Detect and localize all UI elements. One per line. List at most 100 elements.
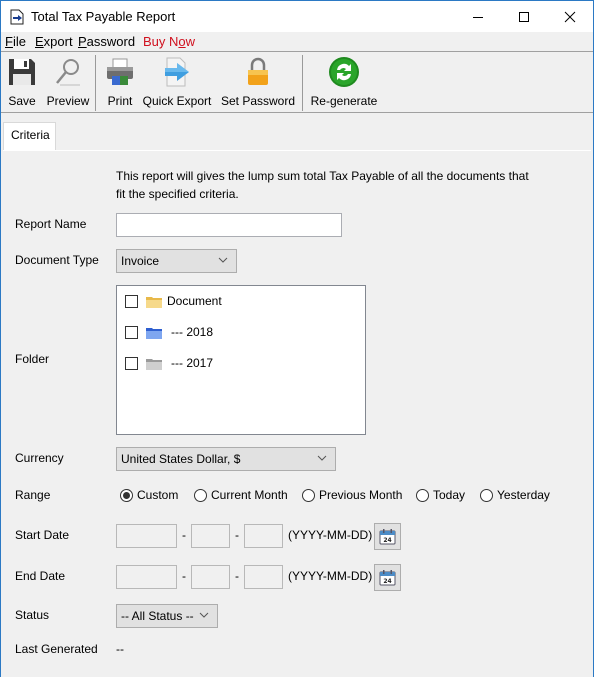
range-option-custom[interactable]: Custom bbox=[120, 488, 178, 502]
currency-value: United States Dollar, $ bbox=[121, 452, 241, 466]
range-option-label: Yesterday bbox=[497, 488, 550, 502]
report-window: Total Tax Payable Report File Export Pas… bbox=[0, 0, 594, 677]
chevron-down-icon bbox=[317, 455, 327, 461]
range-option-label: Previous Month bbox=[319, 488, 403, 502]
tab-criteria[interactable]: Criteria bbox=[3, 122, 56, 150]
menu-buy-now[interactable]: Buy Now bbox=[143, 34, 195, 49]
folder-checkbox[interactable] bbox=[125, 356, 138, 370]
date-separator: - bbox=[235, 528, 239, 542]
window-title: Total Tax Payable Report bbox=[31, 9, 176, 24]
date-separator: - bbox=[182, 528, 186, 542]
report-name-label: Report Name bbox=[15, 217, 87, 231]
chevron-down-icon bbox=[199, 612, 209, 618]
folder-checkbox[interactable] bbox=[125, 294, 138, 308]
minimize-button[interactable] bbox=[455, 1, 501, 32]
range-option-current-month[interactable]: Current Month bbox=[194, 488, 288, 502]
range-option-today[interactable]: Today bbox=[416, 488, 465, 502]
currency-label: Currency bbox=[15, 451, 64, 465]
refresh-icon bbox=[329, 57, 359, 87]
end-date-calendar-button[interactable]: 24 bbox=[374, 564, 401, 591]
last-generated-value: -- bbox=[116, 642, 124, 656]
folder-item-2018[interactable]: --- 2018 bbox=[125, 323, 213, 341]
folder-label: Folder bbox=[15, 352, 50, 366]
toolbar: Save Preview Print Quick Export Set Pass… bbox=[1, 52, 593, 112]
maximize-button[interactable] bbox=[501, 1, 547, 32]
lock-icon bbox=[248, 57, 268, 85]
print-button[interactable]: Print bbox=[101, 52, 139, 112]
report-name-input[interactable] bbox=[116, 213, 342, 237]
folder-blue-icon bbox=[146, 327, 162, 339]
range-option-label: Custom bbox=[137, 488, 179, 502]
radio-icon bbox=[416, 488, 429, 502]
printer-icon bbox=[107, 58, 133, 85]
calendar-icon: 24 bbox=[379, 529, 396, 545]
radio-icon bbox=[480, 488, 493, 502]
status-value: -- All Status -- bbox=[121, 609, 194, 623]
folder-item-2017[interactable]: --- 2017 bbox=[125, 354, 213, 372]
maximize-icon bbox=[519, 11, 529, 22]
end-date-day-input[interactable] bbox=[244, 565, 283, 589]
menu-export[interactable]: Export bbox=[35, 34, 73, 49]
save-label: Save bbox=[8, 94, 36, 108]
menu-bar: File Export Password Buy Now bbox=[1, 32, 593, 51]
date-separator: - bbox=[235, 569, 239, 583]
menu-password-mnemonic: P bbox=[78, 34, 87, 49]
quick-export-button[interactable]: Quick Export bbox=[141, 52, 213, 112]
last-generated-label: Last Generated bbox=[15, 642, 98, 656]
menu-file[interactable]: File bbox=[5, 34, 26, 49]
title-bar: Total Tax Payable Report bbox=[1, 1, 593, 32]
menu-export-mnemonic: E bbox=[35, 34, 44, 49]
chevron-down-icon bbox=[218, 257, 228, 263]
document-type-label: Document Type bbox=[15, 253, 99, 267]
tab-criteria-label: Criteria bbox=[11, 128, 50, 142]
range-option-previous-month[interactable]: Previous Month bbox=[302, 488, 402, 502]
document-type-select[interactable]: Invoice bbox=[116, 249, 237, 273]
preview-button[interactable]: Preview bbox=[43, 52, 93, 112]
radio-selected-icon bbox=[120, 488, 133, 502]
regenerate-button[interactable]: Re-generate bbox=[307, 52, 381, 112]
start-date-year-input[interactable] bbox=[116, 524, 177, 548]
menu-file-label: ile bbox=[12, 34, 26, 49]
end-date-month-input[interactable] bbox=[191, 565, 230, 589]
set-password-button[interactable]: Set Password bbox=[217, 52, 299, 112]
menu-buy-now-label-pre: Buy N bbox=[143, 34, 179, 49]
folder-tree: Document --- 2018 --- 2017 bbox=[116, 285, 366, 435]
menu-file-mnemonic: F bbox=[5, 34, 13, 49]
start-date-calendar-button[interactable]: 24 bbox=[374, 523, 401, 550]
start-date-day-input[interactable] bbox=[244, 524, 283, 548]
status-select[interactable]: -- All Status -- bbox=[116, 604, 218, 628]
folder-checkbox[interactable] bbox=[125, 325, 138, 339]
menu-buy-now-mnemonic: o bbox=[178, 34, 186, 49]
folder-item-label: Document bbox=[167, 294, 222, 308]
folder-gray-icon bbox=[146, 358, 162, 370]
menu-export-label: xport bbox=[43, 34, 73, 49]
folder-item-label: --- 2018 bbox=[171, 325, 214, 339]
range-option-label: Today bbox=[433, 488, 466, 502]
range-option-label: Current Month bbox=[211, 488, 288, 502]
end-date-label: End Date bbox=[15, 569, 66, 583]
toolbar-separator bbox=[302, 55, 303, 111]
close-icon bbox=[564, 11, 576, 22]
currency-select[interactable]: United States Dollar, $ bbox=[116, 447, 336, 471]
radio-icon bbox=[302, 488, 315, 502]
preview-label: Preview bbox=[46, 94, 90, 108]
magnifier-icon bbox=[56, 59, 80, 86]
save-button[interactable]: Save bbox=[3, 52, 41, 112]
export-icon bbox=[165, 57, 189, 87]
date-format-hint: (YYYY-MM-DD) bbox=[288, 528, 373, 542]
menu-password[interactable]: Password bbox=[78, 34, 135, 49]
set-password-label: Set Password bbox=[220, 94, 296, 108]
document-type-value: Invoice bbox=[121, 254, 160, 268]
folder-yellow-icon bbox=[146, 296, 162, 308]
regenerate-label: Re-generate bbox=[310, 94, 378, 108]
report-app-icon bbox=[10, 9, 24, 25]
radio-icon bbox=[194, 488, 207, 502]
range-option-yesterday[interactable]: Yesterday bbox=[480, 488, 550, 502]
folder-item-document[interactable]: Document bbox=[125, 292, 222, 310]
close-button[interactable] bbox=[547, 1, 593, 32]
calendar-day-text: 24 bbox=[383, 537, 391, 544]
calendar-day-text: 24 bbox=[383, 578, 391, 585]
start-date-month-input[interactable] bbox=[191, 524, 230, 548]
end-date-year-input[interactable] bbox=[116, 565, 177, 589]
date-format-hint: (YYYY-MM-DD) bbox=[288, 569, 373, 583]
